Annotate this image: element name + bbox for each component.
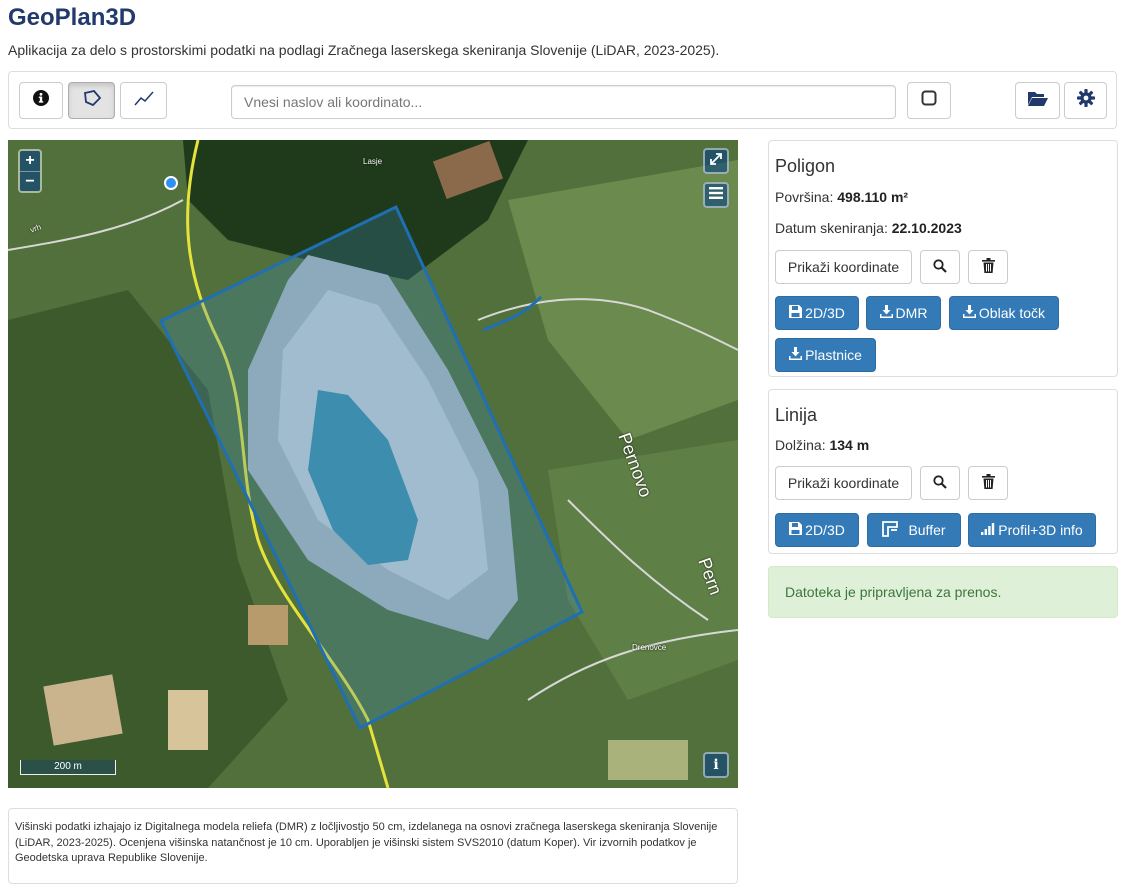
map-label: Drenovce <box>632 643 667 652</box>
download-icon <box>789 347 803 363</box>
zoom-control: + − <box>18 149 42 193</box>
layers-button[interactable] <box>703 182 729 208</box>
success-alert: Datoteka je pripravljena za prenos. <box>768 566 1118 618</box>
stop-button[interactable] <box>907 82 951 119</box>
map-label: Lasje <box>363 157 383 166</box>
open-folder-button[interactable] <box>1015 82 1060 119</box>
info-button[interactable] <box>19 82 63 119</box>
fullscreen-button[interactable] <box>703 148 729 174</box>
download-point-cloud-label: Oblak točk <box>978 305 1046 321</box>
polygon-icon <box>82 89 102 112</box>
polygon-tool-button[interactable] <box>68 82 115 119</box>
search-icon <box>933 258 947 276</box>
search-icon <box>933 474 947 492</box>
download-dmr-label: DMR <box>895 305 928 321</box>
buffer-button[interactable]: Buffer <box>867 513 961 547</box>
show-coordinates-button[interactable]: Prikaži koordinate <box>775 250 912 284</box>
data-source-note: Višinski podatki izhajajo iz Digitalnega… <box>8 808 738 884</box>
line-chart-icon <box>133 90 154 111</box>
download-contours-label: Plastnice <box>805 347 862 363</box>
stop-icon <box>921 90 937 111</box>
length-value: 134 m <box>829 437 870 453</box>
area-row: Površina: 498.110 m² <box>775 189 908 205</box>
toolbar <box>8 71 1117 129</box>
download-point-cloud-button[interactable]: Oblak točk <box>949 296 1059 330</box>
download-icon <box>962 305 976 321</box>
area-label: Površina: <box>775 189 834 205</box>
search-input[interactable] <box>231 85 896 119</box>
download-2d3d-label: 2D/3D <box>805 305 845 321</box>
download-dmr-button[interactable]: DMR <box>866 296 941 330</box>
trash-icon <box>981 258 995 276</box>
gear-icon <box>1076 89 1095 112</box>
signal-bars-icon <box>981 522 995 538</box>
line-2d3d-label: 2D/3D <box>805 522 845 538</box>
length-row: Dolžina: 134 m <box>775 437 869 453</box>
location-marker <box>164 176 178 190</box>
delete-polygon-button[interactable] <box>968 250 1008 284</box>
app-title: GeoPlan3D <box>8 4 137 31</box>
save-icon <box>789 305 803 321</box>
area-value: 498.110 m² <box>837 189 909 205</box>
line-panel-title: Linija <box>775 405 818 425</box>
fullscreen-icon <box>709 152 723 171</box>
download-contours-button[interactable]: Plastnice <box>775 338 876 372</box>
buffer-label: Buffer <box>908 522 946 538</box>
scale-bar: 200 m <box>20 760 116 775</box>
zoom-out-button[interactable]: − <box>20 171 40 191</box>
alert-text: Datoteka je pripravljena za prenos. <box>785 584 1002 600</box>
line-tool-button[interactable] <box>120 82 167 119</box>
save-icon <box>789 522 803 538</box>
download-icon <box>879 305 893 321</box>
line-2d3d-button[interactable]: 2D/3D <box>775 513 859 547</box>
scan-date-row: Datum skeniranja: 22.10.2023 <box>775 220 962 236</box>
settings-button[interactable] <box>1064 82 1107 119</box>
length-label: Dolžina: <box>775 437 826 453</box>
profile-3d-info-label: Profil+3D info <box>998 522 1083 538</box>
scan-date-value: 22.10.2023 <box>891 220 962 236</box>
show-line-coordinates-button[interactable]: Prikaži koordinate <box>775 466 912 500</box>
buffer-icon <box>882 520 899 540</box>
profile-3d-info-button[interactable]: Profil+3D info <box>968 513 1096 547</box>
zoom-in-button[interactable]: + <box>20 151 40 171</box>
zoom-to-polygon-button[interactable] <box>920 250 960 284</box>
app-subtitle: Aplikacija za delo s prostorskimi podatk… <box>8 42 720 58</box>
zoom-to-line-button[interactable] <box>920 466 960 500</box>
trash-icon <box>981 474 995 492</box>
polygon-panel: Poligon Površina: 498.110 m² Datum skeni… <box>768 140 1118 377</box>
map-view[interactable]: Lasje Pernovo Pern Drenovce vrh + − i 20… <box>8 140 738 788</box>
info-circle-icon <box>33 90 49 111</box>
delete-line-button[interactable] <box>968 466 1008 500</box>
info-icon: i <box>713 757 719 773</box>
polygon-panel-title: Poligon <box>775 156 836 176</box>
download-2d3d-button[interactable]: 2D/3D <box>775 296 859 330</box>
folder-open-icon <box>1027 89 1049 112</box>
scan-date-label: Datum skeniranja: <box>775 220 888 236</box>
line-panel: Linija Dolžina: 134 m Prikaži koordinate… <box>768 389 1118 554</box>
layers-icon <box>709 186 723 204</box>
attribution-button[interactable]: i <box>703 752 729 778</box>
